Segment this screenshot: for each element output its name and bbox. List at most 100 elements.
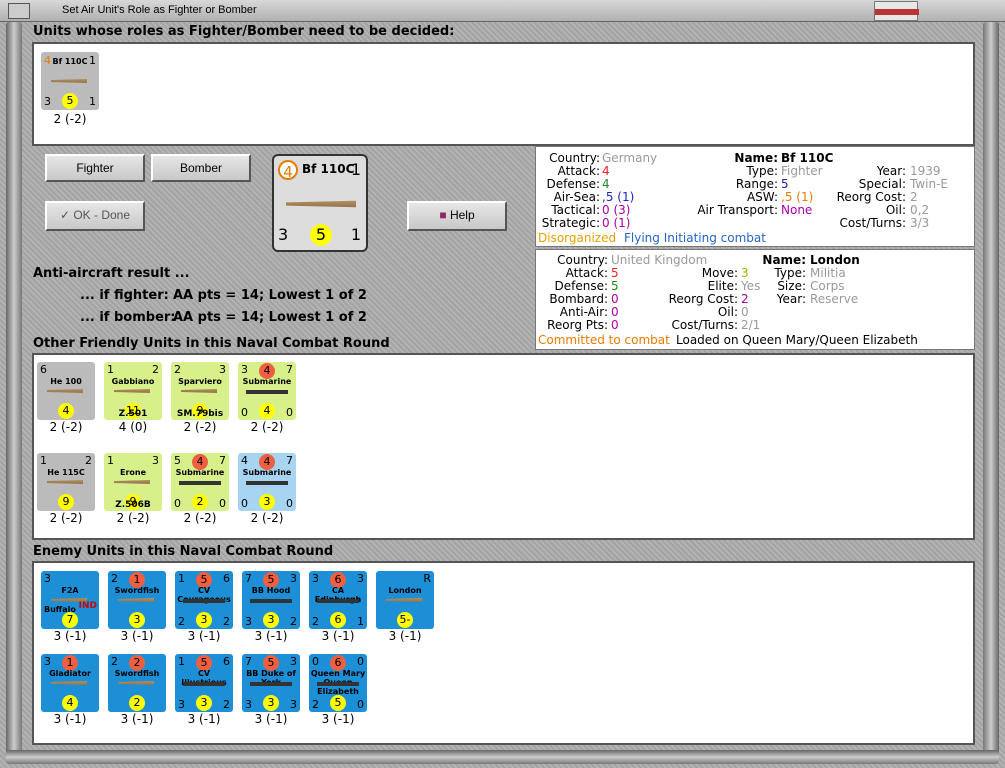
- unit-name: Gladiator: [49, 669, 91, 678]
- unit-tr: 2: [152, 363, 159, 376]
- unit-caption: 3 (-1): [187, 712, 221, 726]
- plane-icon: [118, 681, 154, 685]
- unit-counter[interactable]: 2 2 Swordfish 2: [108, 654, 166, 712]
- unit-name: He 115C: [47, 468, 85, 477]
- land-reorgpts: 0: [611, 318, 619, 332]
- unit-counter[interactable]: RLondon 5-3: [376, 571, 434, 629]
- air-year-key: Year:: [876, 164, 906, 178]
- unit-bl: 0: [241, 406, 248, 419]
- fighter-button[interactable]: Fighter: [45, 154, 145, 182]
- land-reorgpts-key: Reorg Pts:: [547, 318, 608, 332]
- unit-counter[interactable]: 165CV Illustrious332: [175, 654, 233, 712]
- unit-bc: 4: [259, 403, 275, 419]
- ship-icon: [179, 481, 221, 485]
- land-antiair: 0: [611, 305, 619, 319]
- unit-tl: 7: [245, 572, 252, 585]
- unit-counter[interactable]: 1 3 Erone 9 Z.506B: [104, 453, 162, 511]
- air-year: 1939: [910, 164, 941, 178]
- friendly-panel: 6 He 100 4 2 (-2) 1 2 Gabbiano 11 Z.501 4 (0) 2 3 Sp…: [32, 353, 975, 540]
- ship-icon: [317, 682, 359, 686]
- plane-icon: [47, 389, 83, 393]
- unit-caption: 3 (-1): [120, 712, 154, 726]
- land-move-key: Move:: [701, 266, 738, 280]
- unit-caption: 2 (-2): [116, 511, 150, 525]
- unit-counter[interactable]: 336CA Edinburgh261: [309, 571, 367, 629]
- aa-bomber-label: ... if bomber:: [80, 310, 176, 325]
- land-name: London: [810, 253, 860, 267]
- unit-bl: 0: [241, 497, 248, 510]
- unit-counter[interactable]: 2 3 Sparviero 9 SM.79bis: [171, 362, 229, 420]
- unit-tl: 3: [312, 572, 319, 585]
- air-status-flying: Flying Initiating combat: [624, 231, 766, 245]
- bottom-border: [6, 750, 999, 764]
- unit-bc: 9: [58, 494, 74, 510]
- plane-icon: [51, 79, 87, 83]
- unit-counter[interactable]: 7 3 5 BB Hood 3 3 2: [242, 571, 300, 629]
- land-type-key: Type:: [774, 266, 806, 280]
- ship-icon: [317, 599, 359, 603]
- help-button[interactable]: ■ Help: [407, 201, 507, 231]
- plane-icon: [181, 389, 217, 393]
- unit-caption: 2 (-2): [250, 420, 284, 434]
- unit-counter[interactable]: 3 7 4 Submarine 0 4 0: [238, 362, 296, 420]
- unit-bc: 3: [196, 612, 212, 628]
- air-unit-info: Country: Germany Attack: 4 Defense: 4 Ai…: [535, 146, 975, 247]
- air-asw: ,5 (1): [781, 190, 814, 204]
- unit-name: Erone: [119, 468, 147, 477]
- unit-tr: 6: [223, 655, 230, 668]
- unit-br: 0: [286, 406, 293, 419]
- land-unit-info: Country: United Kingdom Attack: 5 Defens…: [535, 249, 975, 350]
- bomber-button[interactable]: Bomber: [151, 154, 251, 182]
- unit-bc: 4: [58, 403, 74, 419]
- land-size-key: Size:: [777, 279, 806, 293]
- unit-bl: 3: [245, 615, 252, 628]
- unit-bc: 2: [192, 494, 208, 510]
- unit-caption: 3 (-1): [388, 629, 422, 643]
- unit-counter[interactable]: 6 He 100 4: [37, 362, 95, 420]
- land-country: United Kingdom: [611, 253, 708, 267]
- plane-icon: [47, 480, 83, 484]
- unit-tr: 7: [219, 454, 226, 467]
- air-oil: 0,2: [910, 203, 930, 217]
- unit-br: 2: [223, 698, 230, 711]
- ok-done-button[interactable]: ✓ OK - Done: [45, 201, 145, 231]
- unit-counter[interactable]: 1 2 Gabbiano 11 Z.501: [104, 362, 162, 420]
- unit-counter[interactable]: 165CV Courageous232: [175, 571, 233, 629]
- land-cost-key: Cost/Turns:: [671, 318, 738, 332]
- land-type: Militia: [810, 266, 846, 280]
- big-name: Bf 110C: [302, 162, 355, 176]
- unit-caption: 2 (-2): [49, 511, 83, 525]
- unit-tl: 0: [312, 655, 319, 668]
- unit-counter[interactable]: 2 1 Swordfish 3: [108, 571, 166, 629]
- unit-bc: 3: [196, 695, 212, 711]
- unit-counter[interactable]: 4 7 4 Submarine 0 3 0: [238, 453, 296, 511]
- unit-counter[interactable]: 5 7 4 Submarine 0 2 0: [171, 453, 229, 511]
- unit-caption: 4 (0): [118, 420, 148, 434]
- unit-bl: 3: [245, 698, 252, 711]
- window-title: Set Air Unit's Role as Fighter or Bomber: [62, 4, 257, 16]
- air-tactical: 0 (3): [602, 203, 631, 217]
- unit-counter[interactable]: 3 1 Gladiator 4: [41, 654, 99, 712]
- land-elite-key: Elite:: [707, 279, 738, 293]
- unit-tl: 6: [40, 363, 47, 376]
- air-transport-key: Air Transport:: [697, 203, 778, 217]
- unit-counter[interactable]: 3 F2A 7 Buffalo IND: [41, 571, 99, 629]
- unit-br: 0: [286, 497, 293, 510]
- unit-bottom-name: Z.501: [118, 409, 148, 419]
- selected-unit-counter[interactable]: 4 Bf 110C 1 3 5 1: [41, 52, 99, 110]
- unit-tr: 6: [223, 572, 230, 585]
- system-menu-icon[interactable]: [8, 3, 30, 19]
- unit-br: 2: [290, 615, 297, 628]
- unit-tl: 4: [241, 454, 248, 467]
- air-reorg: 2: [910, 190, 918, 204]
- big-move: 5: [310, 224, 332, 246]
- unit-tr: R: [423, 572, 431, 585]
- unit-name: He 100: [50, 377, 82, 386]
- unit-counter[interactable]: 006Queen Mary Queen Elizabeth250: [309, 654, 367, 712]
- ship-icon: [246, 390, 288, 394]
- unit-name: F2A: [61, 586, 79, 595]
- unit-counter[interactable]: 735BB Duke of York333: [242, 654, 300, 712]
- unit-counter[interactable]: 1 2 He 115C 9: [37, 453, 95, 511]
- land-year-key: Year:: [776, 292, 806, 306]
- air-defense: 4: [602, 177, 610, 191]
